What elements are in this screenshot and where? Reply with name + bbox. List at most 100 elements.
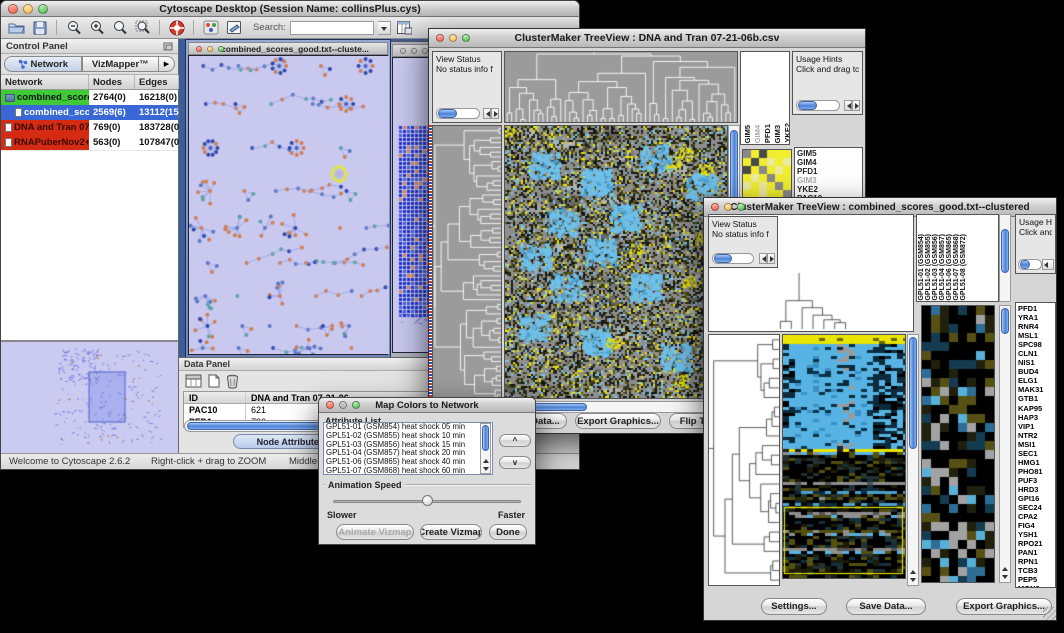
column-label[interactable]: GIM3 <box>773 125 782 143</box>
delete-attribute-icon[interactable] <box>226 374 239 389</box>
save-icon[interactable] <box>30 19 49 36</box>
annotation-icon[interactable] <box>224 19 243 36</box>
row-label[interactable]: PFD1 <box>797 167 860 176</box>
col-edges[interactable]: Edges <box>135 75 179 89</box>
row-label[interactable]: PAN1 <box>1018 548 1055 557</box>
row-label[interactable]: SPC98 <box>1018 340 1055 349</box>
row-label[interactable]: CPA2 <box>1018 512 1055 521</box>
scrollbar-thumb[interactable] <box>1020 260 1030 269</box>
row-label[interactable]: KAP95 <box>1018 404 1055 413</box>
row-label[interactable]: PUF3 <box>1018 476 1055 485</box>
tab-overflow-button[interactable]: ▶ <box>159 56 175 72</box>
column-dendrogram-panel[interactable] <box>504 51 738 123</box>
column-labels-panel[interactable]: GPL51-01 (GSM854)GPL51-02 (GSM855) GPL51-… <box>916 214 999 302</box>
row-label[interactable]: MAK31 <box>1018 385 1055 394</box>
minimize-button[interactable] <box>449 34 457 42</box>
search-dropdown-button[interactable] <box>378 21 391 35</box>
scrollbar-thumb[interactable] <box>438 109 457 118</box>
attribute-list-item[interactable]: GPL51-07 (GSM868) heat shock 60 min <box>326 467 492 475</box>
network-view-window[interactable]: combined_scores_good.txt--cluste... <box>185 39 391 357</box>
column-label[interactable]: GPL51-04 (GSM857) <box>939 234 946 301</box>
row-label[interactable]: VIP1 <box>1018 422 1055 431</box>
heatmap-panel[interactable] <box>782 334 906 579</box>
tab-vizmapper[interactable]: VizMapper™ <box>82 56 160 72</box>
row-label[interactable]: NIS1 <box>1018 358 1055 367</box>
scrollbar-thumb[interactable] <box>714 254 732 263</box>
zoom-heatmap-canvas[interactable] <box>922 306 994 582</box>
row-label[interactable]: SEC1 <box>1018 449 1055 458</box>
col-network[interactable]: Network <box>1 75 89 89</box>
network-graph-canvas[interactable] <box>189 56 389 354</box>
row-label[interactable]: NTR2 <box>1018 431 1055 440</box>
scroll-arrows[interactable] <box>759 253 775 264</box>
row-dendrogram-canvas[interactable] <box>709 335 779 585</box>
row-label[interactable]: GPI16 <box>1018 494 1055 503</box>
settings-button[interactable]: Settings... <box>761 598 827 615</box>
column-label[interactable]: GPL51-07 (GSM868) <box>953 234 960 301</box>
row-label[interactable]: HMG1 <box>1018 458 1055 467</box>
mini-correlation-heatmap[interactable] <box>742 149 792 199</box>
attribute-table-icon[interactable] <box>395 19 414 36</box>
row-label[interactable]: SEC24 <box>1018 503 1055 512</box>
close-button[interactable] <box>711 203 719 211</box>
row-label[interactable]: YKE2 <box>797 185 860 194</box>
zoom-heatmap-panel[interactable] <box>921 305 995 583</box>
zoom-out-icon[interactable] <box>64 19 83 36</box>
close-button[interactable] <box>400 48 406 54</box>
column-label[interactable]: GPL51-02 (GSM855) <box>925 234 932 301</box>
scrollbar-thumb[interactable] <box>798 101 817 110</box>
animate-vizmap-button[interactable]: Animate Vizmap <box>336 524 414 540</box>
new-attribute-icon[interactable] <box>208 374 220 388</box>
vizmapper-icon[interactable] <box>201 19 220 36</box>
row-label[interactable]: BUD4 <box>1018 367 1055 376</box>
row-label[interactable]: TCB3 <box>1018 566 1055 575</box>
minimize-button[interactable] <box>724 203 732 211</box>
close-button[interactable] <box>326 401 334 409</box>
done-button[interactable]: Done <box>489 524 527 540</box>
scroll-arrows[interactable] <box>483 108 499 119</box>
close-button[interactable] <box>8 4 18 14</box>
column-label[interactable]: GPL51-06 (GSM865) <box>946 234 953 301</box>
close-button[interactable] <box>196 46 202 52</box>
attribute-listbox[interactable]: GPL51-01 (GSM854) heat shock 05 minGPL51… <box>323 422 493 475</box>
resize-grip[interactable] <box>1043 607 1056 620</box>
row-label[interactable]: GIM5 <box>797 149 860 158</box>
view-status-scrollbar[interactable] <box>712 253 754 264</box>
network-list-row[interactable]: combined_sco 2569(6) 13112(15) <box>1 105 178 120</box>
column-label[interactable]: GPL51-01 (GSM854) <box>918 234 925 301</box>
row-label[interactable]: MON2 <box>1018 584 1055 588</box>
scrollbar-thumb[interactable] <box>909 337 917 449</box>
zoom-fit-icon[interactable] <box>110 19 129 36</box>
row-labels-panel[interactable]: PFD1YRA1RNR4MSL1SPC98CLN1NIS1BUD4ELG1MAK… <box>1015 302 1056 588</box>
column-label[interactable]: YKE2 <box>783 123 790 143</box>
row-label[interactable]: CLN1 <box>1018 349 1055 358</box>
minimize-button[interactable] <box>411 48 417 54</box>
column-labels-panel[interactable]: GIM5GIM4PFD1GIM3YKE2PAC10 <box>740 51 790 145</box>
help-lifering-icon[interactable] <box>167 19 186 36</box>
row-label[interactable]: FIG4 <box>1018 521 1055 530</box>
row-label[interactable]: HRD3 <box>1018 485 1055 494</box>
open-file-icon[interactable] <box>7 19 26 36</box>
row-label[interactable]: MSL1 <box>1018 331 1055 340</box>
zoom-button[interactable] <box>737 203 745 211</box>
minimize-button[interactable] <box>23 4 33 14</box>
row-label[interactable]: PHO81 <box>1018 467 1055 476</box>
row-label[interactable]: GIM4 <box>797 158 860 167</box>
zoom-in-icon[interactable] <box>87 19 106 36</box>
row-label[interactable]: RPO21 <box>1018 539 1055 548</box>
attribute-list-scrollbar[interactable] <box>480 423 491 474</box>
column-label[interactable]: GIM5 <box>743 125 752 143</box>
export-graphics-button[interactable]: Export Graphics... <box>956 598 1052 615</box>
row-label[interactable]: GIM3 <box>797 176 860 185</box>
row-label[interactable]: MSI1 <box>1018 440 1055 449</box>
zoom-button[interactable] <box>352 401 360 409</box>
zoom-button[interactable] <box>462 34 470 42</box>
mini-heatmap-canvas[interactable] <box>743 150 791 198</box>
scroll-arrows[interactable] <box>1042 259 1054 270</box>
zoom-selected-icon[interactable] <box>133 19 152 36</box>
zoom-heatmap-scrollbar[interactable] <box>999 305 1011 583</box>
heatmap-panel[interactable] <box>504 125 728 399</box>
save-data-button[interactable]: Save Data... <box>846 598 926 615</box>
heatmap-canvas[interactable] <box>783 335 905 578</box>
scrollbar-thumb[interactable] <box>482 425 489 451</box>
